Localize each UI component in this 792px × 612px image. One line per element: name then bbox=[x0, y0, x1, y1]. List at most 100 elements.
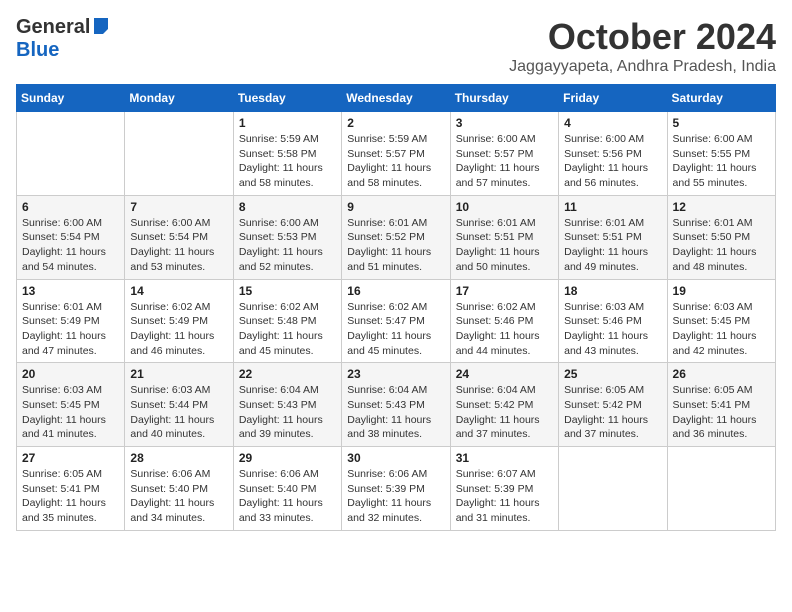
day-info: Sunrise: 6:00 AMSunset: 5:55 PMDaylight:… bbox=[673, 132, 770, 191]
calendar-week-5: 27Sunrise: 6:05 AMSunset: 5:41 PMDayligh… bbox=[17, 447, 776, 531]
day-number: 13 bbox=[22, 284, 119, 298]
day-info: Sunrise: 6:06 AMSunset: 5:40 PMDaylight:… bbox=[239, 467, 336, 526]
calendar-cell: 25 Sunrise: 6:05 AMSunset: 5:42 PMDayligh… bbox=[559, 363, 667, 447]
day-info: Sunrise: 6:01 AMSunset: 5:51 PMDaylight:… bbox=[456, 216, 553, 275]
logo-blue-text: Blue bbox=[16, 39, 59, 61]
calendar-cell: 5 Sunrise: 6:00 AMSunset: 5:55 PMDaylight… bbox=[667, 112, 775, 196]
calendar-cell: 9 Sunrise: 6:01 AMSunset: 5:52 PMDaylight… bbox=[342, 195, 450, 279]
calendar-week-3: 13 Sunrise: 6:01 AMSunset: 5:49 PMDayligh… bbox=[17, 279, 776, 363]
logo: General Blue bbox=[16, 16, 110, 62]
day-info: Sunrise: 6:00 AMSunset: 5:56 PMDaylight:… bbox=[564, 132, 661, 191]
calendar-cell: 12 Sunrise: 6:01 AMSunset: 5:50 PMDayligh… bbox=[667, 195, 775, 279]
day-info: Sunrise: 6:04 AMSunset: 5:42 PMDaylight:… bbox=[456, 383, 553, 442]
calendar-cell: 27Sunrise: 6:05 AMSunset: 5:41 PMDayligh… bbox=[17, 447, 125, 531]
weekday-header-monday: Monday bbox=[125, 85, 233, 112]
title-block: October 2024 Jaggayyapeta, Andhra Prades… bbox=[509, 16, 776, 76]
day-number: 28 bbox=[130, 451, 227, 465]
calendar-week-4: 20Sunrise: 6:03 AMSunset: 5:45 PMDayligh… bbox=[17, 363, 776, 447]
day-number: 4 bbox=[564, 116, 661, 130]
location: Jaggayyapeta, Andhra Pradesh, India bbox=[509, 58, 776, 76]
day-number: 14 bbox=[130, 284, 227, 298]
calendar-cell: 3Sunrise: 6:00 AMSunset: 5:57 PMDaylight… bbox=[450, 112, 558, 196]
logo-general-text: General bbox=[16, 16, 90, 39]
day-number: 12 bbox=[673, 200, 770, 214]
day-info: Sunrise: 5:59 AMSunset: 5:58 PMDaylight:… bbox=[239, 132, 336, 191]
day-number: 22 bbox=[239, 367, 336, 381]
calendar-cell: 22 Sunrise: 6:04 AMSunset: 5:43 PMDayligh… bbox=[233, 363, 341, 447]
day-info: Sunrise: 6:02 AMSunset: 5:46 PMDaylight:… bbox=[456, 300, 553, 359]
calendar-cell: 23 Sunrise: 6:04 AMSunset: 5:43 PMDayligh… bbox=[342, 363, 450, 447]
weekday-header-thursday: Thursday bbox=[450, 85, 558, 112]
calendar-cell: 14 Sunrise: 6:02 AMSunset: 5:49 PMDayligh… bbox=[125, 279, 233, 363]
day-number: 23 bbox=[347, 367, 444, 381]
calendar-week-1: 1Sunrise: 5:59 AMSunset: 5:58 PMDaylight… bbox=[17, 112, 776, 196]
calendar-cell: 18Sunrise: 6:03 AMSunset: 5:46 PMDayligh… bbox=[559, 279, 667, 363]
calendar-cell: 16Sunrise: 6:02 AMSunset: 5:47 PMDayligh… bbox=[342, 279, 450, 363]
day-number: 27 bbox=[22, 451, 119, 465]
logo-icon bbox=[92, 18, 110, 36]
day-info: Sunrise: 6:01 AMSunset: 5:49 PMDaylight:… bbox=[22, 300, 119, 359]
day-number: 31 bbox=[456, 451, 553, 465]
calendar-cell: 6 Sunrise: 6:00 AMSunset: 5:54 PMDaylight… bbox=[17, 195, 125, 279]
day-number: 6 bbox=[22, 200, 119, 214]
calendar-cell: 10 Sunrise: 6:01 AMSunset: 5:51 PMDayligh… bbox=[450, 195, 558, 279]
day-info: Sunrise: 6:00 AMSunset: 5:54 PMDaylight:… bbox=[22, 216, 119, 275]
calendar-cell: 29 Sunrise: 6:06 AMSunset: 5:40 PMDayligh… bbox=[233, 447, 341, 531]
day-number: 26 bbox=[673, 367, 770, 381]
day-number: 9 bbox=[347, 200, 444, 214]
day-info: Sunrise: 6:03 AMSunset: 5:45 PMDaylight:… bbox=[673, 300, 770, 359]
calendar-cell: 13 Sunrise: 6:01 AMSunset: 5:49 PMDayligh… bbox=[17, 279, 125, 363]
day-info: Sunrise: 6:00 AMSunset: 5:54 PMDaylight:… bbox=[130, 216, 227, 275]
day-number: 17 bbox=[456, 284, 553, 298]
day-number: 30 bbox=[347, 451, 444, 465]
day-number: 16 bbox=[347, 284, 444, 298]
weekday-header-saturday: Saturday bbox=[667, 85, 775, 112]
day-number: 2 bbox=[347, 116, 444, 130]
calendar-cell: 24 Sunrise: 6:04 AMSunset: 5:42 PMDayligh… bbox=[450, 363, 558, 447]
weekday-header-row: SundayMondayTuesdayWednesdayThursdayFrid… bbox=[17, 85, 776, 112]
month-title: October 2024 bbox=[509, 16, 776, 58]
day-info: Sunrise: 6:03 AMSunset: 5:46 PMDaylight:… bbox=[564, 300, 661, 359]
calendar-cell: 17 Sunrise: 6:02 AMSunset: 5:46 PMDayligh… bbox=[450, 279, 558, 363]
day-info: Sunrise: 6:02 AMSunset: 5:48 PMDaylight:… bbox=[239, 300, 336, 359]
calendar-week-2: 6 Sunrise: 6:00 AMSunset: 5:54 PMDaylight… bbox=[17, 195, 776, 279]
day-number: 10 bbox=[456, 200, 553, 214]
day-info: Sunrise: 6:04 AMSunset: 5:43 PMDaylight:… bbox=[347, 383, 444, 442]
day-info: Sunrise: 6:06 AMSunset: 5:39 PMDaylight:… bbox=[347, 467, 444, 526]
page-header: General Blue October 2024 Jaggayyapeta, … bbox=[16, 16, 776, 76]
day-info: Sunrise: 6:02 AMSunset: 5:49 PMDaylight:… bbox=[130, 300, 227, 359]
day-info: Sunrise: 6:01 AMSunset: 5:50 PMDaylight:… bbox=[673, 216, 770, 275]
day-number: 8 bbox=[239, 200, 336, 214]
calendar-cell: 11 Sunrise: 6:01 AMSunset: 5:51 PMDayligh… bbox=[559, 195, 667, 279]
calendar-cell: 30 Sunrise: 6:06 AMSunset: 5:39 PMDayligh… bbox=[342, 447, 450, 531]
day-info: Sunrise: 6:04 AMSunset: 5:43 PMDaylight:… bbox=[239, 383, 336, 442]
calendar-table: SundayMondayTuesdayWednesdayThursdayFrid… bbox=[16, 84, 776, 531]
day-number: 25 bbox=[564, 367, 661, 381]
weekday-header-sunday: Sunday bbox=[17, 85, 125, 112]
calendar-cell: 2Sunrise: 5:59 AMSunset: 5:57 PMDaylight… bbox=[342, 112, 450, 196]
day-info: Sunrise: 6:05 AMSunset: 5:42 PMDaylight:… bbox=[564, 383, 661, 442]
day-number: 7 bbox=[130, 200, 227, 214]
day-info: Sunrise: 6:05 AMSunset: 5:41 PMDaylight:… bbox=[673, 383, 770, 442]
day-info: Sunrise: 6:03 AMSunset: 5:45 PMDaylight:… bbox=[22, 383, 119, 442]
day-number: 24 bbox=[456, 367, 553, 381]
day-info: Sunrise: 6:01 AMSunset: 5:51 PMDaylight:… bbox=[564, 216, 661, 275]
weekday-header-wednesday: Wednesday bbox=[342, 85, 450, 112]
day-number: 21 bbox=[130, 367, 227, 381]
day-info: Sunrise: 6:01 AMSunset: 5:52 PMDaylight:… bbox=[347, 216, 444, 275]
calendar-cell: 26 Sunrise: 6:05 AMSunset: 5:41 PMDayligh… bbox=[667, 363, 775, 447]
day-info: Sunrise: 6:07 AMSunset: 5:39 PMDaylight:… bbox=[456, 467, 553, 526]
day-number: 29 bbox=[239, 451, 336, 465]
calendar-body: 1Sunrise: 5:59 AMSunset: 5:58 PMDaylight… bbox=[17, 112, 776, 531]
day-number: 11 bbox=[564, 200, 661, 214]
day-number: 3 bbox=[456, 116, 553, 130]
calendar-cell: 31 Sunrise: 6:07 AMSunset: 5:39 PMDayligh… bbox=[450, 447, 558, 531]
day-number: 15 bbox=[239, 284, 336, 298]
calendar-cell: 7 Sunrise: 6:00 AMSunset: 5:54 PMDaylight… bbox=[125, 195, 233, 279]
weekday-header-friday: Friday bbox=[559, 85, 667, 112]
calendar-cell: 4 Sunrise: 6:00 AMSunset: 5:56 PMDaylight… bbox=[559, 112, 667, 196]
calendar-cell bbox=[125, 112, 233, 196]
day-info: Sunrise: 6:06 AMSunset: 5:40 PMDaylight:… bbox=[130, 467, 227, 526]
day-info: Sunrise: 6:03 AMSunset: 5:44 PMDaylight:… bbox=[130, 383, 227, 442]
day-number: 5 bbox=[673, 116, 770, 130]
